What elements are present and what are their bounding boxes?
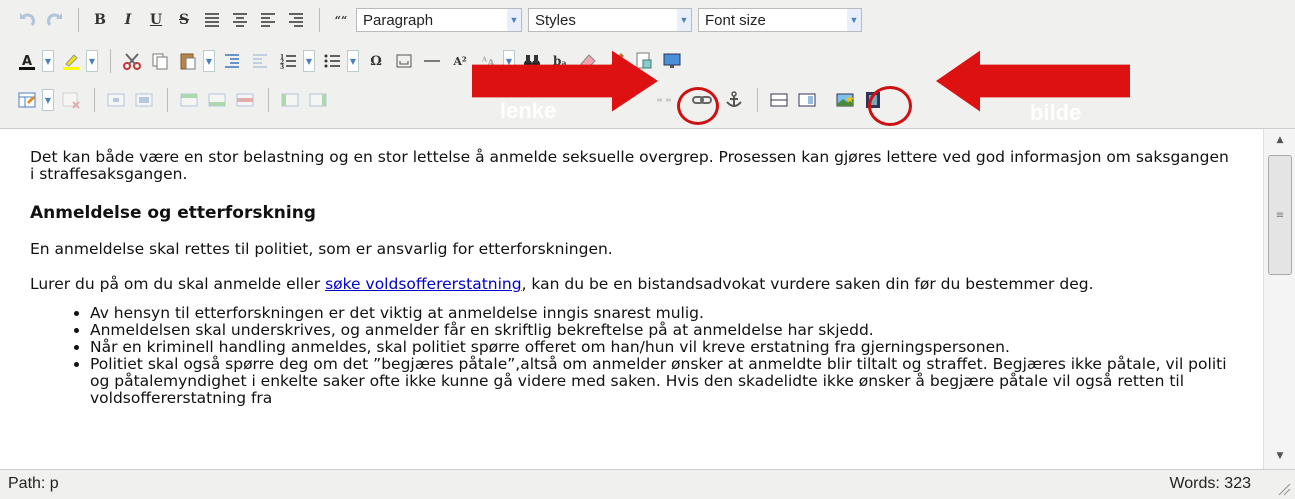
editor-content[interactable]: Det kan både være en stor belastning og … (0, 129, 1263, 469)
list-item: Av hensyn til etterforskningen er det vi… (90, 305, 1233, 322)
bilde-annotation-label: bilde (1030, 100, 1082, 125)
link-highlight-circle (677, 87, 719, 125)
image-highlight-circle (868, 86, 912, 126)
paragraph-2-text-end: , kan du be en bistandsadvokat vurdere s… (521, 275, 1094, 293)
scroll-up-arrow-icon[interactable]: ▲ (1272, 135, 1288, 147)
paragraph-2-text: Lurer du på om du skal anmelde eller (30, 275, 326, 293)
list-item: Når en kriminell handling anmeldes, skal… (90, 339, 1233, 356)
word-count: Words: 323 (1169, 475, 1251, 492)
element-path: Path: p (8, 475, 59, 492)
resize-grip-icon[interactable] (1275, 480, 1291, 496)
paragraph-1: En anmeldelse skal rettes til politiet, … (30, 240, 613, 258)
vertical-scrollbar[interactable]: ▲ ≡ ▼ (1263, 129, 1295, 469)
list-item: Anmeldelsen skal underskrives, og anmeld… (90, 322, 1233, 339)
intro-paragraph: Det kan både være en stor belastning og … (30, 148, 1229, 183)
bullet-list: Av hensyn til etterforskningen er det vi… (30, 305, 1233, 407)
lenke-annotation-label: lenke (500, 98, 557, 123)
grip-lines-icon: ≡ (1275, 209, 1285, 221)
section-heading: Anmeldelse og etterforskning (30, 203, 316, 223)
status-bar: Path: p Words: 323 (0, 469, 1295, 499)
annotation-overlay (472, 50, 1130, 112)
list-item: Politiet skal også spørre deg om det ”be… (90, 356, 1233, 407)
scroll-down-arrow-icon[interactable]: ▼ (1272, 451, 1288, 463)
voldsoffererstatning-link[interactable]: søke voldsoffererstatning (325, 275, 521, 293)
scrollbar-thumb[interactable]: ≡ (1268, 155, 1292, 275)
paragraph-2: Lurer du på om du skal anmelde eller søk… (30, 276, 1233, 293)
